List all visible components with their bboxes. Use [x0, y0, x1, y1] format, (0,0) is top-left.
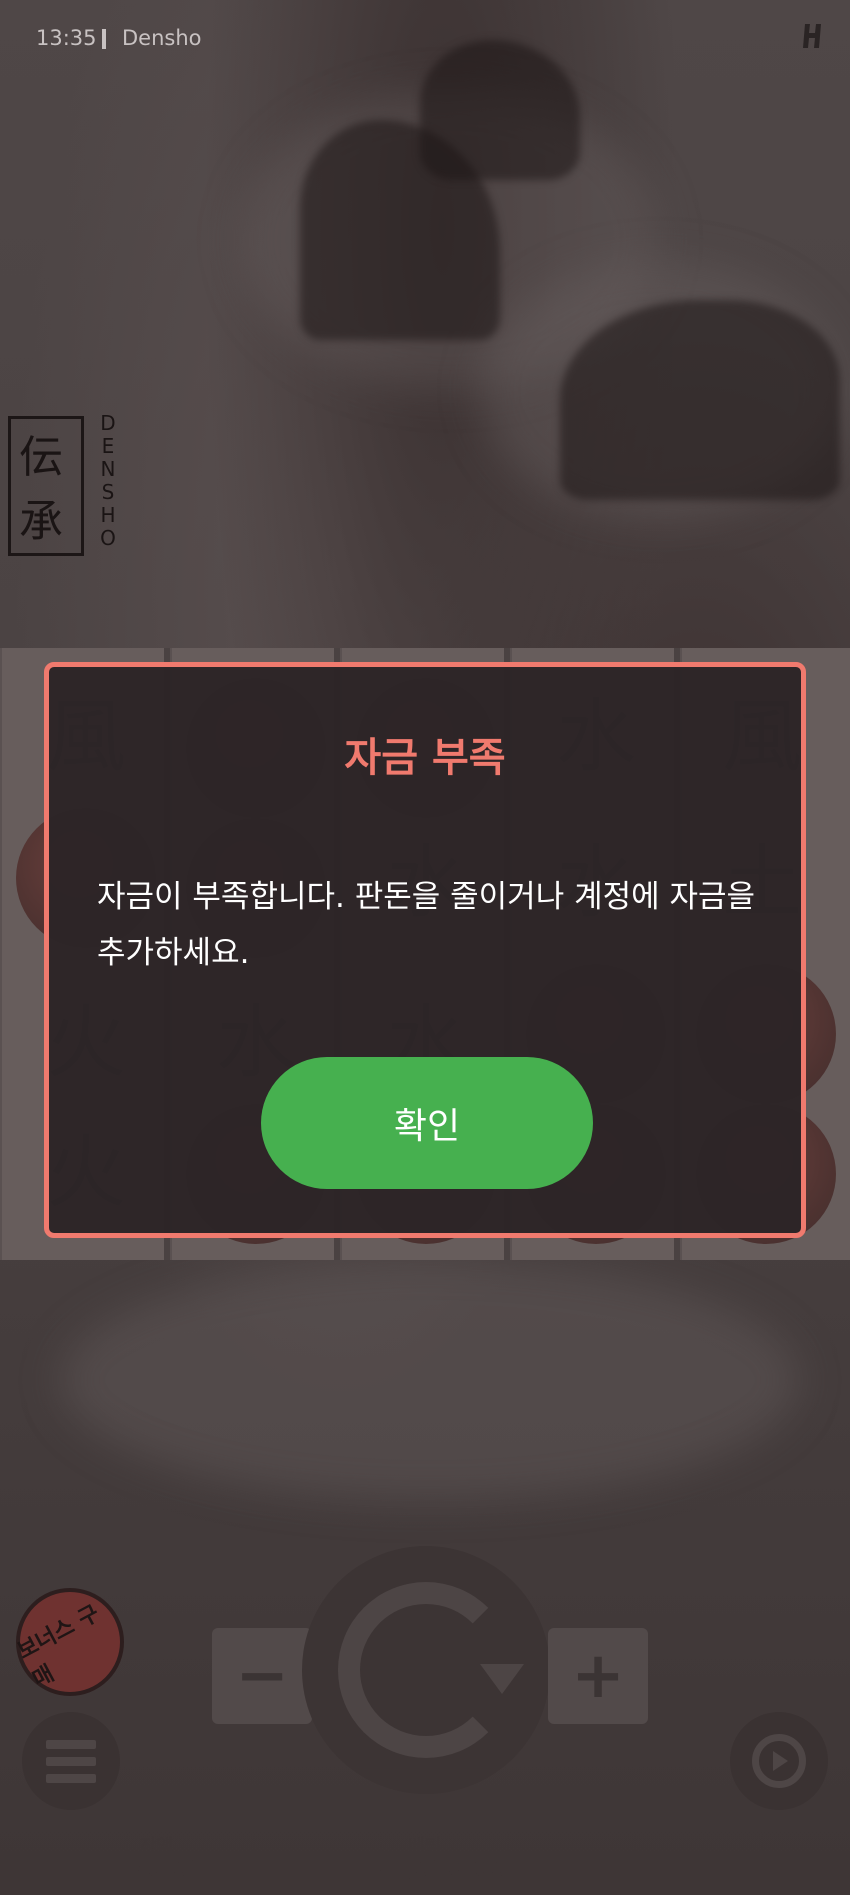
buy-bonus-label: 보너스 구매	[13, 1600, 104, 1693]
bet-decrease-button[interactable]: −	[212, 1628, 312, 1724]
spin-button[interactable]	[302, 1546, 550, 1794]
status-bar: 13:35 Densho	[0, 0, 850, 78]
game-logo: 伝 承 DENSHO	[8, 412, 118, 562]
logo-frame: 伝 承	[8, 416, 84, 556]
bet-value: ₩1,000.00	[362, 1854, 507, 1882]
minus-icon: −	[235, 1639, 289, 1713]
hamburger-icon	[46, 1757, 96, 1766]
insufficient-funds-dialog: 자금 부족 자금이 부족합니다. 판돈을 줄이거나 계정에 자금을 추가하세요.…	[44, 662, 806, 1238]
status-app-name: Densho	[122, 26, 202, 50]
dialog-message: 자금이 부족합니다. 판돈을 줄이거나 계정에 자금을 추가하세요.	[97, 879, 756, 971]
autoplay-button[interactable]	[730, 1712, 828, 1810]
dialog-title: 자금 부족	[344, 735, 506, 781]
logo-wordmark: DENSHO	[100, 411, 116, 550]
bet-increase-button[interactable]: +	[548, 1628, 648, 1724]
status-time: 13:35	[36, 26, 97, 50]
game-controls: 보너스 구매 − + 잔액 ₩0.00 베팅 ₩1,000.00	[0, 1540, 850, 1895]
spin-arrow-icon	[480, 1664, 524, 1694]
logo-kanji-1: 伝	[19, 432, 63, 483]
plus-icon: +	[571, 1639, 625, 1713]
hamburger-icon	[46, 1740, 96, 1749]
confirm-button[interactable]: 확인	[261, 1057, 593, 1189]
balance-value: ₩0.00	[120, 1854, 206, 1882]
play-icon	[773, 1751, 788, 1771]
status-separator	[102, 29, 106, 49]
menu-button[interactable]	[22, 1712, 120, 1810]
provider-logo-icon	[803, 24, 821, 48]
hamburger-icon	[46, 1774, 96, 1783]
buy-bonus-button[interactable]: 보너스 구매	[14, 1588, 124, 1696]
logo-kanji-2: 承	[19, 496, 63, 547]
